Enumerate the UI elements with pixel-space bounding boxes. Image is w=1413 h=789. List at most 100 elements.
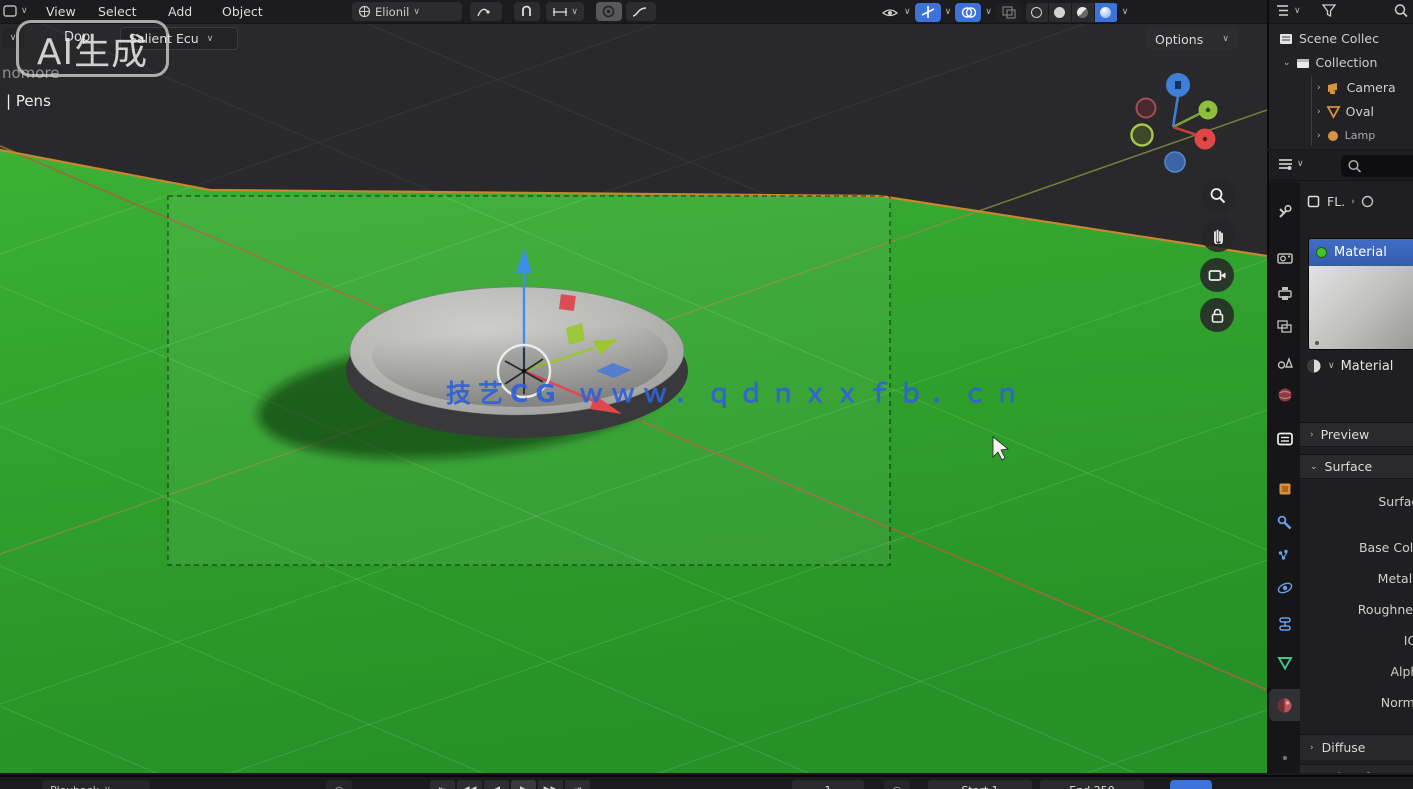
caret-collapsed-icon[interactable]: ›	[1317, 107, 1321, 117]
outliner-search-button[interactable]	[1393, 3, 1409, 19]
tab-constraints[interactable]	[1269, 608, 1300, 640]
constraints-icon	[1276, 616, 1294, 632]
tab-view-layer[interactable]	[1269, 311, 1300, 343]
tab-particles[interactable]	[1269, 540, 1300, 572]
shading-material-button[interactable]	[1072, 3, 1095, 22]
tab-modifiers[interactable]	[1269, 507, 1300, 539]
nav-axis-y-neg[interactable]	[1132, 125, 1153, 146]
properties-search-input[interactable]	[1341, 155, 1413, 177]
material-slot-row[interactable]: Material	[1309, 239, 1413, 266]
tab-texture[interactable]	[1269, 742, 1300, 773]
gizmo-plane-x[interactable]	[559, 294, 576, 311]
menu-add[interactable]: Add	[168, 4, 192, 19]
play-button[interactable]: ▶	[511, 780, 536, 789]
nav-axis-x-neg[interactable]	[1137, 99, 1156, 118]
playback-dropdown[interactable]: Playback ∨	[42, 780, 150, 789]
tab-object[interactable]	[1269, 473, 1300, 505]
lock-button[interactable]	[1200, 298, 1234, 332]
caret-expanded-icon[interactable]: ⌄	[1283, 58, 1291, 68]
subsection-subsurface-label: Subsurface	[1322, 770, 1392, 773]
field-label-alpha: Alpha	[1300, 664, 1413, 688]
tab-render[interactable]	[1269, 242, 1300, 274]
shading-solid-button[interactable]	[1049, 3, 1072, 22]
caret-collapsed-icon[interactable]: ›	[1317, 83, 1321, 93]
subsection-subsurface[interactable]: › Subsurface	[1300, 764, 1413, 773]
next-keyframe-button[interactable]: ▶▶	[538, 780, 563, 789]
outliner-editor-dropdown[interactable]: ∨	[1275, 3, 1301, 18]
tab-material[interactable]	[1269, 689, 1300, 721]
frame-end-field[interactable]: End 250	[1040, 780, 1144, 789]
proportional-falloff-dropdown[interactable]	[626, 2, 656, 21]
frame-start-field[interactable]: Start 1	[928, 780, 1032, 789]
pan-button[interactable]	[1201, 218, 1235, 252]
nav-axis-z-neg[interactable]	[1165, 152, 1185, 172]
orientation-label: Elionil	[375, 5, 409, 19]
properties-tab-column	[1269, 182, 1300, 773]
jump-end-button[interactable]: ⇥	[565, 780, 590, 789]
menu-view[interactable]: View	[46, 4, 76, 19]
mesh-triangle-icon	[1326, 105, 1341, 119]
section-surface[interactable]: ⌄ Surface	[1300, 454, 1413, 479]
zoom-button[interactable]	[1201, 179, 1235, 213]
menu-select[interactable]: Select	[98, 4, 137, 19]
proportional-edit-button[interactable]	[596, 2, 622, 21]
editor-type-button[interactable]: ∨	[2, 3, 28, 19]
outliner-row-lamp[interactable]: › Lamp	[1269, 124, 1413, 147]
viewport-3d[interactable]: ∨ View Select Add Object Elionil ∨ ∨	[0, 0, 1267, 773]
snap-toggle-button[interactable]	[514, 2, 540, 21]
shading-rendered-button[interactable]	[1095, 3, 1118, 22]
tab-tool[interactable]	[1269, 196, 1300, 228]
section-surface-label: Surface	[1325, 459, 1373, 474]
filter-button[interactable]	[1321, 3, 1337, 18]
properties-editor-dropdown[interactable]: ∨	[1277, 156, 1304, 172]
collection-label: Collection	[1316, 55, 1378, 70]
show-overlays-button[interactable]	[955, 3, 981, 22]
material-name-field[interactable]: Material	[1341, 359, 1394, 374]
tab-world[interactable]	[1269, 379, 1300, 411]
subsection-diffuse[interactable]: › Diffuse	[1300, 734, 1413, 760]
visibility-dropdown[interactable]	[880, 3, 900, 22]
show-gizmo-button[interactable]	[915, 3, 941, 22]
autokey-button[interactable]: ○	[326, 780, 352, 789]
outliner-row-camera[interactable]: › Camera	[1269, 76, 1413, 99]
breadcrumb-object-name[interactable]: FL.	[1327, 194, 1345, 209]
caret-down-icon[interactable]: ∨	[1328, 361, 1335, 371]
options-dropdown[interactable]: Options ∨	[1146, 28, 1238, 50]
outliner-row-oval[interactable]: › Oval	[1269, 100, 1413, 123]
tab-output[interactable]	[1269, 277, 1300, 309]
camera-view-button[interactable]	[1200, 258, 1234, 292]
scene-collection-label: Scene Collec	[1299, 31, 1379, 46]
timeline-blue-button[interactable]	[1170, 780, 1212, 789]
caret-collapsed-icon[interactable]: ›	[1317, 131, 1321, 141]
menu-object[interactable]: Object	[222, 4, 263, 19]
jump-start-button[interactable]: ⇤	[430, 780, 455, 789]
prev-keyframe-button[interactable]: ◀◀	[457, 780, 482, 789]
snap-target-dropdown[interactable]: ∨	[546, 2, 584, 21]
xray-toggle-button[interactable]	[996, 3, 1022, 22]
properties-header: ∨	[1269, 151, 1413, 181]
funnel-icon	[1321, 3, 1337, 18]
transform-orientation-dropdown[interactable]: Elionil ∨	[352, 2, 462, 21]
tab-physics[interactable]	[1269, 572, 1300, 604]
tab-scene[interactable]	[1269, 346, 1300, 378]
ai-watermark-badge: AI生成	[16, 20, 169, 77]
outliner-row-collection[interactable]: ⌄ Collection	[1269, 51, 1413, 74]
playback-controls: ⇤ ◀◀ ◀ ▶ ▶▶ ⇥	[430, 780, 590, 789]
play-reverse-button[interactable]: ◀	[484, 780, 509, 789]
shading-wireframe-button[interactable]	[1026, 3, 1049, 22]
falloff-curve-icon	[632, 6, 647, 18]
tool-annotate-button[interactable]	[470, 2, 502, 21]
orientation-globe-icon	[358, 5, 371, 18]
collection-icon	[1296, 56, 1311, 70]
outliner-row-scene-collection[interactable]: Scene Collec	[1269, 27, 1413, 50]
current-frame-field[interactable]: 1	[792, 780, 864, 789]
keying-set-button[interactable]: ○	[884, 780, 910, 789]
field-label-normal: Normal	[1300, 695, 1413, 719]
tab-data[interactable]	[1269, 647, 1300, 679]
lock-icon	[1209, 307, 1226, 324]
material-status-dot	[1316, 247, 1327, 258]
caret-down-icon: ∨	[1297, 159, 1304, 169]
section-preview[interactable]: › Preview	[1300, 422, 1413, 447]
tab-collection[interactable]	[1269, 423, 1300, 455]
data-triangle-icon	[1276, 655, 1294, 671]
